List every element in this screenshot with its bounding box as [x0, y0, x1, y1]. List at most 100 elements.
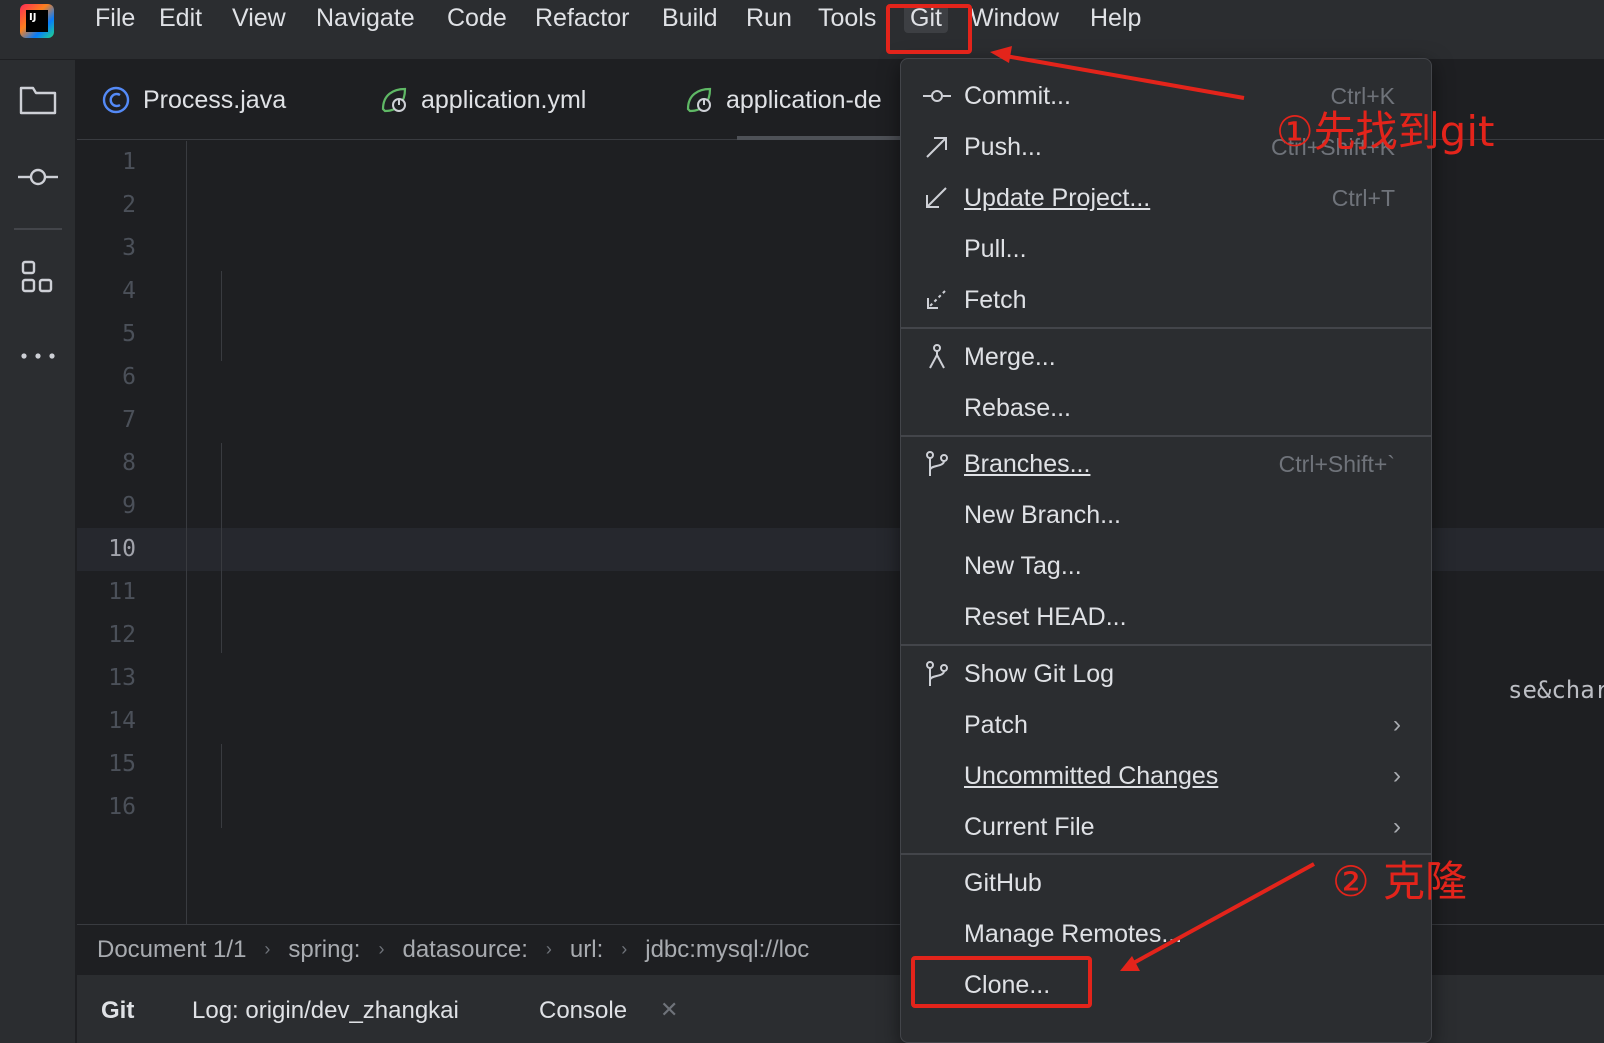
line-number: 9	[122, 493, 136, 519]
indent-guide	[221, 744, 222, 828]
line-number: 15	[108, 751, 136, 777]
menu-run[interactable]: Run	[746, 4, 792, 33]
menu-item-label: Current File	[964, 812, 1095, 841]
menu-item-label: Commit...	[964, 81, 1071, 110]
menu-item-label: Show Git Log	[964, 659, 1115, 688]
annotation-step2-label: ② 克隆	[1332, 857, 1468, 906]
menu-item-label: Manage Remotes...	[964, 919, 1183, 948]
menu-item-label: Push...	[964, 132, 1042, 161]
breadcrumb-separator-icon: ›	[264, 939, 271, 959]
push-arrow-icon	[926, 137, 947, 158]
menu-item-label: New Tag...	[964, 551, 1082, 580]
line-number: 3	[122, 235, 136, 261]
annotation-step1-label: ①先找到git	[1276, 107, 1495, 156]
menu-item-label: Merge...	[964, 342, 1056, 371]
line-number: 13	[108, 665, 136, 691]
menu-edit[interactable]: Edit	[159, 4, 202, 33]
breadcrumb-separator-icon: ›	[545, 939, 552, 959]
tab-console[interactable]: Console	[539, 997, 627, 1025]
menu-view[interactable]: View	[232, 4, 286, 33]
update-arrow-icon	[926, 187, 947, 208]
breadcrumb-separator-icon: ›	[378, 939, 385, 959]
menu-navigate[interactable]: Navigate	[316, 4, 415, 33]
menubar: IJ File Edit View Navigate Code Refactor…	[0, 0, 1604, 60]
git-menu-patch[interactable]: Patch ›	[901, 700, 1431, 750]
toolbar-divider	[14, 228, 62, 230]
line-number: 11	[108, 579, 136, 605]
tab-git-log[interactable]: Log: origin/dev_zhangkai	[192, 997, 459, 1025]
git-menu-merge[interactable]: Merge...	[901, 332, 1431, 382]
git-menu-current-file[interactable]: Current File ›	[901, 802, 1431, 852]
menu-file[interactable]: File	[95, 4, 135, 33]
git-menu-fetch[interactable]: Fetch	[901, 275, 1431, 325]
line-number: 8	[122, 450, 136, 476]
line-number: 16	[108, 794, 136, 820]
submenu-chevron-icon: ›	[1393, 711, 1401, 738]
git-menu-rebase[interactable]: Rebase...	[901, 383, 1431, 433]
breadcrumb-item[interactable]: datasource:	[402, 936, 527, 964]
git-menu-update-project[interactable]: Update Project... Ctrl+T	[901, 173, 1431, 223]
line-number: 5	[122, 321, 136, 347]
menu-help[interactable]: Help	[1090, 4, 1141, 33]
tab-application-yml[interactable]: application.yml	[379, 60, 586, 140]
menu-item-label: New Branch...	[964, 500, 1122, 529]
tab-application-dev-yml[interactable]: application-de	[684, 60, 882, 140]
breadcrumb-separator-icon: ›	[621, 939, 628, 959]
java-class-icon	[102, 86, 130, 114]
submenu-chevron-icon: ›	[1393, 813, 1401, 840]
annotation-git-highlight-box	[886, 4, 972, 54]
menu-item-label: Pull...	[964, 234, 1027, 263]
annotation-clone-highlight-box	[911, 956, 1092, 1008]
menu-item-label: Rebase...	[964, 393, 1072, 422]
menu-tools[interactable]: Tools	[818, 4, 876, 33]
breadcrumb-item[interactable]: Document 1/1	[97, 936, 246, 964]
menu-separator	[901, 435, 1431, 437]
git-menu-manage-remotes[interactable]: Manage Remotes...	[901, 909, 1431, 959]
line-number: 2	[122, 192, 136, 218]
more-tools-icon[interactable]	[18, 336, 58, 376]
git-menu-new-branch[interactable]: New Branch...	[901, 490, 1431, 540]
menu-refactor[interactable]: Refactor	[535, 4, 629, 33]
indent-guide	[221, 443, 222, 653]
line-number-gutter[interactable]: 1 2 3 4 5 6 7 8 9 10 11 12 13 14 15 16	[77, 141, 187, 924]
menu-item-label: GitHub	[964, 868, 1042, 897]
menu-code[interactable]: Code	[447, 4, 507, 33]
menu-item-shortcut: Ctrl+Shift+`	[1278, 450, 1395, 477]
line-number-current: 10	[108, 536, 136, 562]
merge-icon	[929, 344, 945, 369]
line-number: 7	[122, 407, 136, 433]
git-menu-pull[interactable]: Pull...	[901, 224, 1431, 274]
line-number: 12	[108, 622, 136, 648]
menu-separator	[901, 644, 1431, 646]
project-folder-icon[interactable]	[18, 80, 58, 120]
breadcrumb-item[interactable]: spring:	[288, 936, 360, 964]
git-log-icon	[926, 661, 948, 686]
fetch-icon	[927, 290, 946, 309]
git-menu-branches[interactable]: Branches... Ctrl+Shift+`	[901, 439, 1431, 489]
commit-tool-icon[interactable]	[18, 157, 58, 197]
submenu-chevron-icon: ›	[1393, 762, 1401, 789]
menu-item-shortcut: Ctrl+T	[1331, 184, 1395, 211]
git-menu-show-git-log[interactable]: Show Git Log	[901, 649, 1431, 699]
close-tab-icon[interactable]: ✕	[660, 997, 678, 1023]
structure-icon[interactable]	[18, 258, 58, 298]
intellij-logo-icon[interactable]: IJ	[20, 4, 54, 38]
menu-build[interactable]: Build	[662, 4, 718, 33]
git-menu-uncommitted-changes[interactable]: Uncommitted Changes ›	[901, 751, 1431, 801]
menu-window[interactable]: Window	[970, 4, 1059, 33]
spring-config-icon	[686, 87, 712, 113]
breadcrumb-item[interactable]: jdbc:mysql://loc	[645, 936, 809, 964]
menu-separator	[901, 327, 1431, 329]
breadcrumb-item[interactable]: url:	[570, 936, 603, 964]
git-menu-new-tag[interactable]: New Tag...	[901, 541, 1431, 591]
tab-git[interactable]: Git	[101, 997, 134, 1025]
line-number: 6	[122, 364, 136, 390]
indent-guide	[221, 271, 222, 361]
git-menu-reset-head[interactable]: Reset HEAD...	[901, 592, 1431, 642]
left-tool-strip	[0, 60, 76, 1043]
line-number: 1	[122, 149, 136, 175]
branch-icon	[926, 451, 948, 476]
code-overflow-text: se&charac	[1508, 676, 1604, 704]
tab-process-java[interactable]: Process.java	[101, 60, 286, 140]
menu-item-label: Reset HEAD...	[964, 602, 1127, 631]
